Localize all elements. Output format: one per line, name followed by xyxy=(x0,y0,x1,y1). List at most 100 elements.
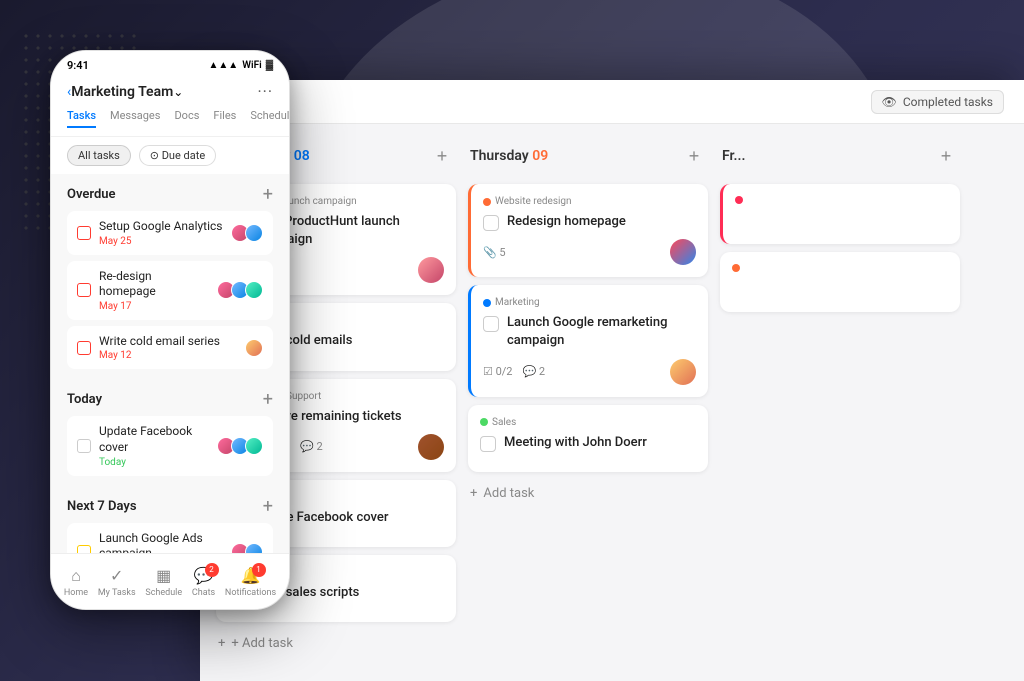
column-thursday: Thursday 09 + Website redesign Redesign … xyxy=(468,140,708,665)
task-card: Website redesign Redesign homepage 📎 5 xyxy=(468,184,708,277)
avatar xyxy=(670,239,696,265)
task-category: Website redesign xyxy=(483,196,696,207)
board-columns: Wednesday 08 + Product launch campaign P… xyxy=(200,124,1024,681)
task-row: Launch Google remarketing campaign xyxy=(483,314,696,350)
task-checkbox[interactable] xyxy=(77,283,91,297)
list-item: Write cold email series May 12 xyxy=(67,326,273,370)
nav-home[interactable]: ⌂ Home xyxy=(64,566,88,598)
nav-schedule[interactable]: ▦ Schedule xyxy=(145,566,182,598)
phone-bottom-nav: ⌂ Home ✓ My Tasks ▦ Schedule 💬 2 Chats xyxy=(51,553,289,609)
task-card: Marketing Launch Google remarketing camp… xyxy=(468,285,708,396)
avatar xyxy=(245,224,263,242)
chevron-icon: ⌄ xyxy=(173,85,183,99)
task-info: Update Facebook cover Today xyxy=(99,424,209,467)
task-date: May 25 xyxy=(99,236,223,247)
task-info: Re-design homepage May 17 xyxy=(99,269,209,312)
task-avatars xyxy=(217,437,263,455)
section-add-button[interactable]: + xyxy=(263,496,273,517)
section-title: Overdue xyxy=(67,187,116,202)
section-header: Overdue + xyxy=(67,184,273,205)
task-name: Write cold email series xyxy=(99,334,237,350)
avatar xyxy=(245,339,263,357)
column-title-friday: Fr... xyxy=(722,148,745,164)
phone-frame: 9:41 ▲▲▲ WiFi ▓ ‹ Marketing Team ⌄ ··· T… xyxy=(50,50,290,610)
section-title: Next 7 Days xyxy=(67,499,137,514)
task-card xyxy=(720,252,960,312)
nav-my-tasks[interactable]: ✓ My Tasks xyxy=(98,566,136,598)
more-button[interactable]: ··· xyxy=(257,82,273,101)
add-card-thursday[interactable]: + xyxy=(682,144,706,168)
comment-count: 💬 2 xyxy=(300,440,323,453)
tab-schedule[interactable]: Schedule xyxy=(250,109,290,128)
task-checkbox[interactable] xyxy=(77,439,91,453)
task-card xyxy=(720,184,960,244)
category-dot xyxy=(483,198,491,206)
chats-badge: 2 xyxy=(205,563,219,577)
checklist-count: ☑ 0/2 xyxy=(483,365,513,378)
tab-files[interactable]: Files xyxy=(213,109,236,128)
task-info: Write cold email series May 12 xyxy=(99,334,237,362)
add-task-thursday[interactable]: + Add task xyxy=(468,480,708,507)
task-meta: 📎 5 xyxy=(483,239,696,265)
filter-all-tasks[interactable]: All tasks xyxy=(67,145,131,166)
status-bar: 9:41 ▲▲▲ WiFi ▓ xyxy=(51,51,289,76)
task-row: Redesign homepage xyxy=(483,213,696,231)
notifications-icon: 🔔 1 xyxy=(241,566,261,586)
completed-tasks-button[interactable]: 👁 Completed tasks xyxy=(871,90,1004,114)
completed-tasks-label: Completed tasks xyxy=(903,95,993,109)
task-title: Meeting with John Doerr xyxy=(504,434,647,452)
list-item: Update Facebook cover Today xyxy=(67,416,273,475)
section-header: Next 7 Days + xyxy=(67,496,273,517)
list-item: Re-design homepage May 17 xyxy=(67,261,273,320)
task-avatars xyxy=(245,339,263,357)
notifications-badge: 1 xyxy=(252,563,266,577)
task-title: Redesign homepage xyxy=(507,213,626,231)
home-icon: ⌂ xyxy=(66,566,86,586)
task-name: Setup Google Analytics xyxy=(99,219,223,235)
task-category: Marketing xyxy=(483,297,696,308)
column-header-friday: Fr... + xyxy=(720,140,960,172)
task-date: May 12 xyxy=(99,350,237,361)
signal-icon: ▲▲▲ xyxy=(209,60,239,71)
nav-chats-label: Chats xyxy=(192,588,215,598)
comment-count: 💬 2 xyxy=(523,365,546,378)
section-title: Today xyxy=(67,392,102,407)
task-checkbox[interactable] xyxy=(483,316,499,332)
column-header-thursday: Thursday 09 + xyxy=(468,140,708,172)
task-avatars xyxy=(231,224,263,242)
tab-tasks[interactable]: Tasks xyxy=(67,109,96,128)
category-dot xyxy=(483,299,491,307)
section-today: Today + Update Facebook cover Today xyxy=(51,379,289,475)
nav-chats[interactable]: 💬 2 Chats xyxy=(192,566,215,598)
task-checkbox[interactable] xyxy=(77,226,91,240)
task-checkbox[interactable] xyxy=(480,436,496,452)
task-name: Update Facebook cover xyxy=(99,424,209,455)
add-card-wednesday[interactable]: + xyxy=(430,144,454,168)
list-item: Setup Google Analytics May 25 xyxy=(67,211,273,255)
task-checkbox[interactable] xyxy=(483,215,499,231)
nav-tasks-label: My Tasks xyxy=(98,588,136,598)
task-checkbox[interactable] xyxy=(77,341,91,355)
nav-notifications[interactable]: 🔔 1 Notifications xyxy=(225,566,276,598)
desktop-board: day 👁 Completed tasks Wednesday 08 + Pro… xyxy=(200,80,1024,681)
task-date: May 17 xyxy=(99,301,209,312)
phone-header: ‹ Marketing Team ⌄ ··· Tasks Messages Do… xyxy=(51,76,289,137)
add-task-wednesday[interactable]: + + Add task xyxy=(216,630,456,657)
task-category xyxy=(732,264,948,272)
filter-due-date[interactable]: ⊙ Due date xyxy=(139,145,216,166)
chats-icon: 💬 2 xyxy=(194,566,214,586)
category-dot xyxy=(732,264,740,272)
column-title-thursday: Thursday 09 xyxy=(470,148,548,164)
add-card-friday[interactable]: + xyxy=(934,144,958,168)
team-name: Marketing Team xyxy=(71,84,173,100)
phone-nav-top: ‹ Marketing Team ⌄ ··· xyxy=(67,82,273,101)
avatar xyxy=(670,359,696,385)
section-header: Today + xyxy=(67,389,273,410)
eye-icon: 👁 xyxy=(882,95,897,109)
section-add-button[interactable]: + xyxy=(263,184,273,205)
tab-docs[interactable]: Docs xyxy=(174,109,199,128)
wifi-icon: WiFi xyxy=(242,60,261,71)
tab-messages[interactable]: Messages xyxy=(110,109,160,128)
phone-wrapper: 9:41 ▲▲▲ WiFi ▓ ‹ Marketing Team ⌄ ··· T… xyxy=(50,50,290,610)
section-add-button[interactable]: + xyxy=(263,389,273,410)
